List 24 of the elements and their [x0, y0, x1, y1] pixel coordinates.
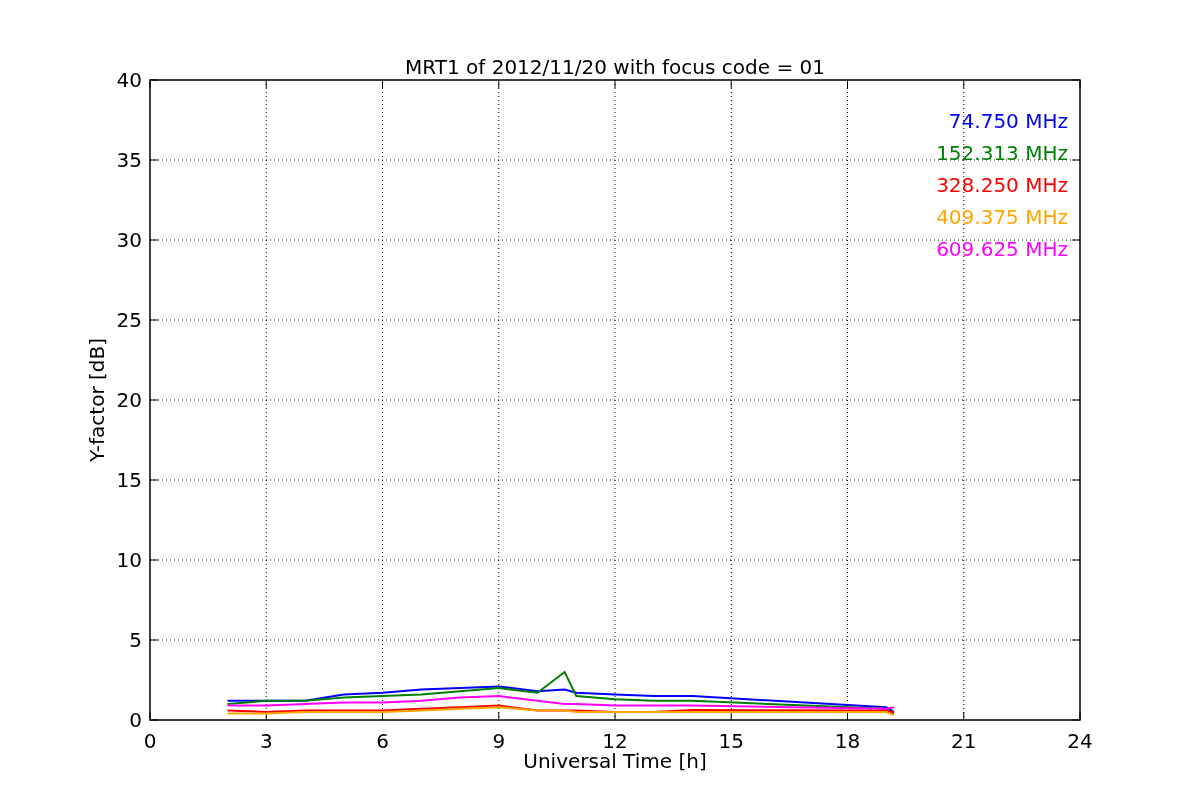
- legend-label: 74.750 MHz: [948, 109, 1068, 133]
- legend-label: 328.250 MHz: [936, 173, 1068, 197]
- y-tick-label: 0: [129, 708, 142, 732]
- legend-label: 152.313 MHz: [936, 141, 1068, 165]
- y-tick-label: 20: [116, 388, 142, 412]
- x-tick-label: 9: [492, 729, 506, 753]
- legend-label: 409.375 MHz: [936, 205, 1068, 229]
- y-tick-label: 40: [116, 68, 142, 92]
- y-tick-label: 10: [116, 548, 142, 572]
- x-tick-label: 24: [1067, 729, 1093, 753]
- y-tick-label: 5: [129, 628, 142, 652]
- y-tick-label: 30: [116, 228, 142, 252]
- y-tick-label: 35: [116, 148, 142, 172]
- x-tick-label: 18: [834, 729, 861, 753]
- x-tick-label: 21: [951, 729, 977, 753]
- y-tick-label: 15: [116, 468, 142, 492]
- chart-title: MRT1 of 2012/11/20 with focus code = 01: [405, 55, 825, 79]
- x-tick-label: 6: [376, 729, 389, 753]
- x-tick-label: 15: [718, 729, 744, 753]
- legend-label: 609.625 MHz: [936, 237, 1068, 261]
- y-axis-label: Y-factor [dB]: [85, 338, 109, 462]
- y-tick-label: 25: [116, 308, 142, 332]
- x-tick-label: 0: [143, 729, 157, 753]
- x-tick-label: 3: [259, 729, 273, 753]
